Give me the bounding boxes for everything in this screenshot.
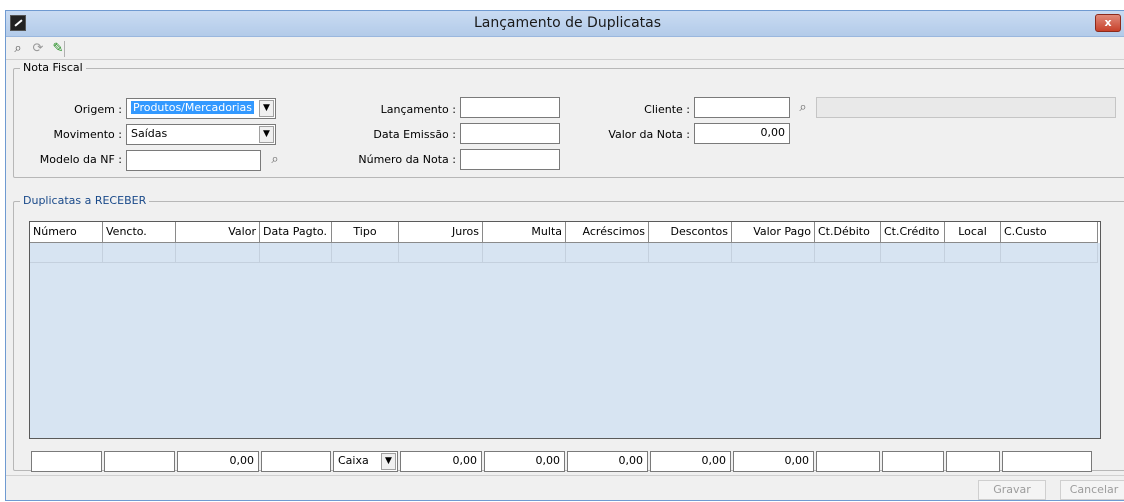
footer-tipo-value: Caixa — [338, 454, 369, 467]
chevron-down-icon[interactable]: ▼ — [381, 453, 396, 470]
col-multa[interactable]: Multa — [483, 222, 566, 243]
modelo-field[interactable] — [126, 150, 261, 171]
col-valor[interactable]: Valor — [176, 222, 260, 243]
footer-juros-field[interactable]: 0,00 — [400, 451, 482, 472]
footer-numero-field[interactable] — [31, 451, 102, 472]
nota-fiscal-title: Nota Fiscal — [20, 61, 86, 74]
cell-ct-credito[interactable] — [881, 243, 945, 263]
movimento-value: Saídas — [131, 127, 168, 140]
col-descontos[interactable]: Descontos — [649, 222, 732, 243]
col-tipo[interactable]: Tipo — [332, 222, 399, 243]
cell-ct-debito[interactable] — [815, 243, 881, 263]
footer-vencto-field[interactable] — [104, 451, 175, 472]
cell-vencto[interactable] — [103, 243, 176, 263]
chevron-down-icon[interactable]: ▼ — [259, 126, 274, 143]
origem-select[interactable]: Produtos/Mercadorias ▼ — [126, 98, 276, 119]
col-acrescimos[interactable]: Acréscimos — [566, 222, 649, 243]
duplicatas-window: Lançamento de Duplicatas x ⌕ ⟳ ✎ Nota Fi… — [5, 10, 1124, 501]
origem-label: Origem : — [74, 103, 122, 116]
cell-multa[interactable] — [483, 243, 566, 263]
toolbar: ⌕ ⟳ ✎ — [6, 38, 1124, 60]
footer-descontos-field[interactable]: 0,00 — [650, 451, 731, 472]
col-local[interactable]: Local — [945, 222, 1001, 243]
duplicatas-title: Duplicatas a RECEBER — [20, 194, 150, 207]
cliente-label: Cliente : — [644, 103, 690, 116]
close-button[interactable]: x — [1095, 14, 1121, 32]
cell-c-custo[interactable] — [1001, 243, 1098, 263]
cliente-name-field — [816, 97, 1116, 118]
valor-nota-label: Valor da Nota : — [608, 128, 690, 141]
footer-ct-credito-field[interactable] — [882, 451, 944, 472]
origem-value: Produtos/Mercadorias — [131, 101, 254, 114]
footer-valor-field[interactable]: 0,00 — [177, 451, 259, 472]
cell-local[interactable] — [945, 243, 1001, 263]
footer-ct-debito-field[interactable] — [816, 451, 880, 472]
cell-valor-pago[interactable] — [732, 243, 815, 263]
refresh-icon[interactable]: ⟳ — [29, 40, 47, 58]
col-valor-pago[interactable]: Valor Pago — [732, 222, 815, 243]
lancamento-field[interactable] — [460, 97, 560, 118]
footer-tipo-select[interactable]: Caixa ▼ — [333, 451, 398, 472]
cell-data-pagto[interactable] — [260, 243, 332, 263]
lookup-icon[interactable]: ⌕ — [9, 40, 27, 58]
lancamento-label: Lançamento : — [380, 103, 456, 116]
title-bar: Lançamento de Duplicatas x — [6, 11, 1124, 37]
movimento-label: Movimento : — [53, 128, 123, 141]
col-data-pagto[interactable]: Data Pagto. — [260, 222, 332, 243]
cell-valor[interactable] — [176, 243, 260, 263]
cliente-field[interactable] — [694, 97, 790, 118]
footer-valor-pago-field[interactable]: 0,00 — [733, 451, 814, 472]
data-emissao-field[interactable] — [460, 123, 560, 144]
footer-data-pagto-field[interactable] — [261, 451, 331, 472]
chevron-down-icon[interactable]: ▼ — [259, 100, 274, 117]
table-row[interactable] — [30, 243, 1100, 263]
grid-header: Número Vencto. Valor Data Pagto. Tipo Ju… — [30, 222, 1100, 243]
numero-nota-label: Número da Nota : — [358, 153, 456, 166]
data-emissao-label: Data Emissão : — [373, 128, 456, 141]
duplicatas-grid[interactable]: Número Vencto. Valor Data Pagto. Tipo Ju… — [29, 221, 1101, 439]
footer-multa-field[interactable]: 0,00 — [484, 451, 565, 472]
cell-tipo[interactable] — [332, 243, 399, 263]
cell-juros[interactable] — [399, 243, 483, 263]
window-title: Lançamento de Duplicatas — [473, 15, 662, 31]
cell-descontos[interactable] — [649, 243, 732, 263]
footer-c-custo-field[interactable] — [1002, 451, 1092, 472]
bottom-bar: Gravar Cancelar — [6, 475, 1124, 502]
cell-acrescimos[interactable] — [566, 243, 649, 263]
col-numero[interactable]: Número — [30, 222, 103, 243]
col-c-custo[interactable]: C.Custo — [1001, 222, 1098, 243]
col-ct-credito[interactable]: Ct.Crédito — [881, 222, 945, 243]
footer-local-field[interactable] — [946, 451, 1000, 472]
cliente-lookup-icon[interactable]: ⌕ — [794, 99, 812, 117]
numero-nota-field[interactable] — [460, 149, 560, 170]
modelo-lookup-icon[interactable]: ⌕ — [266, 151, 284, 169]
cancelar-button[interactable]: Cancelar — [1060, 480, 1124, 500]
col-vencto[interactable]: Vencto. — [103, 222, 176, 243]
valor-nota-field[interactable]: 0,00 — [694, 123, 790, 144]
edit-icon[interactable]: ✎ — [49, 40, 67, 58]
movimento-select[interactable]: Saídas ▼ — [126, 124, 276, 145]
col-juros[interactable]: Juros — [399, 222, 483, 243]
gravar-button[interactable]: Gravar — [978, 480, 1046, 500]
modelo-label: Modelo da NF : — [39, 153, 122, 166]
cell-numero[interactable] — [30, 243, 103, 263]
footer-acrescimos-field[interactable]: 0,00 — [567, 451, 648, 472]
col-ct-debito[interactable]: Ct.Débito — [815, 222, 881, 243]
